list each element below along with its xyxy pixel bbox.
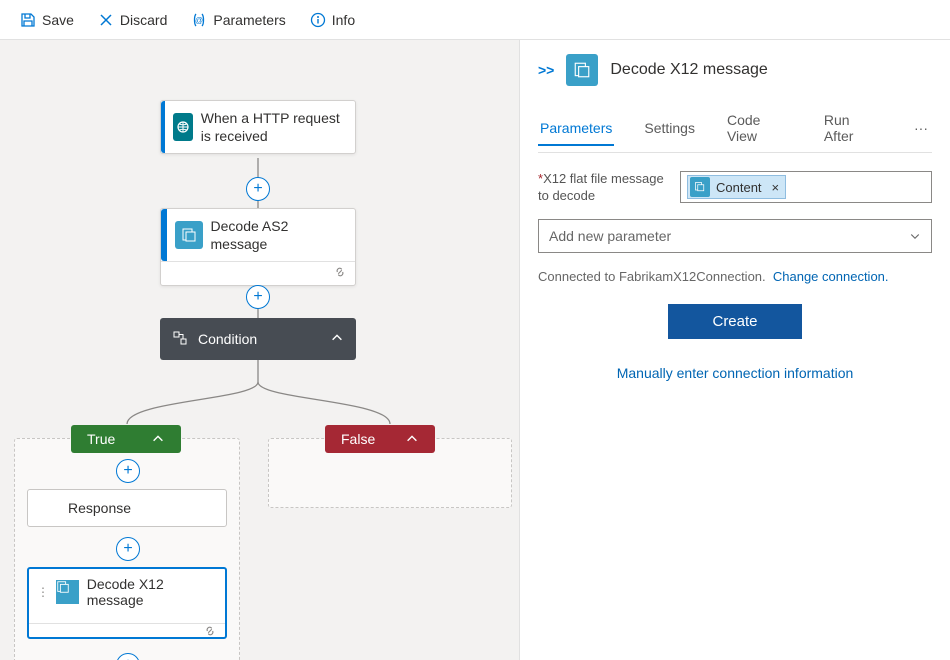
true-branch: True + Response + ⋮ Decode X12 message xyxy=(14,438,240,660)
drag-handle-icon[interactable]: ⋮ xyxy=(37,585,48,599)
chevron-up-icon xyxy=(405,432,419,446)
info-label: Info xyxy=(332,12,355,28)
node-footer xyxy=(29,623,225,641)
x12-content-input[interactable]: Content × xyxy=(680,171,932,203)
token-label: Content xyxy=(716,180,762,195)
trigger-title: When a HTTP request is received xyxy=(201,109,347,145)
remove-token-icon[interactable]: × xyxy=(772,180,780,195)
parameters-button[interactable]: @ Parameters xyxy=(181,6,295,34)
tab-overflow[interactable]: ··· xyxy=(910,120,932,136)
add-step-button[interactable]: + xyxy=(116,653,140,660)
false-label: False xyxy=(341,431,375,447)
info-icon xyxy=(310,12,326,28)
decode-as2-node[interactable]: Decode AS2 message xyxy=(160,208,356,286)
as2-icon xyxy=(175,221,203,249)
condition-node[interactable]: Condition xyxy=(160,318,356,360)
connection-status: Connected to FabrikamX12Connection. Chan… xyxy=(538,269,932,284)
response-node[interactable]: Response xyxy=(27,489,227,527)
parameters-icon: @ xyxy=(191,12,207,28)
x12-icon xyxy=(56,580,79,604)
manual-connection-link[interactable]: Manually enter connection information xyxy=(538,365,932,381)
panel-title: Decode X12 message xyxy=(610,61,767,79)
tab-run-after[interactable]: Run After xyxy=(822,104,882,152)
true-header[interactable]: True xyxy=(71,425,181,453)
true-label: True xyxy=(87,431,115,447)
condition-title: Condition xyxy=(198,331,257,347)
false-header[interactable]: False xyxy=(325,425,435,453)
field-label: *X12 flat file message to decode xyxy=(538,171,666,205)
discard-icon xyxy=(98,12,114,28)
decode-x12-title: Decode X12 message xyxy=(87,576,217,608)
content-token[interactable]: Content × xyxy=(687,175,786,199)
decode-x12-node[interactable]: ⋮ Decode X12 message xyxy=(27,567,227,639)
workflow-canvas[interactable]: When a HTTP request is received + Decode… xyxy=(0,40,520,660)
discard-label: Discard xyxy=(120,12,167,28)
chevron-down-icon xyxy=(909,230,921,242)
x12-icon xyxy=(566,54,598,86)
save-label: Save xyxy=(42,12,74,28)
add-step-button[interactable]: + xyxy=(116,459,140,483)
condition-icon xyxy=(172,330,188,349)
info-button[interactable]: Info xyxy=(300,6,365,34)
add-step-button[interactable]: + xyxy=(246,285,270,309)
link-icon xyxy=(203,624,217,641)
save-icon xyxy=(20,12,36,28)
trigger-node[interactable]: When a HTTP request is received xyxy=(160,100,356,154)
chevron-up-icon xyxy=(330,331,344,348)
collapse-panel-icon[interactable]: >> xyxy=(538,62,554,78)
panel-tabs: Parameters Settings Code View Run After … xyxy=(538,104,932,153)
response-title: Response xyxy=(68,500,131,516)
add-parameter-placeholder: Add new parameter xyxy=(549,228,671,244)
token-icon xyxy=(690,177,710,197)
response-icon xyxy=(36,496,60,520)
link-icon xyxy=(333,265,347,282)
change-connection-link[interactable]: Change connection. xyxy=(773,269,889,284)
details-panel: >> Decode X12 message Parameters Setting… xyxy=(520,40,950,660)
tab-code-view[interactable]: Code View xyxy=(725,104,794,152)
save-button[interactable]: Save xyxy=(10,6,84,34)
add-step-button[interactable]: + xyxy=(246,177,270,201)
add-parameter-dropdown[interactable]: Add new parameter xyxy=(538,219,932,253)
decode-as2-title: Decode AS2 message xyxy=(211,217,347,253)
parameters-label: Parameters xyxy=(213,12,285,28)
tab-parameters[interactable]: Parameters xyxy=(538,112,614,146)
false-branch: False xyxy=(268,438,512,508)
tab-settings[interactable]: Settings xyxy=(642,112,697,144)
discard-button[interactable]: Discard xyxy=(88,6,177,34)
svg-text:@: @ xyxy=(195,16,203,25)
chevron-up-icon xyxy=(151,432,165,446)
http-trigger-icon xyxy=(173,113,193,141)
create-button[interactable]: Create xyxy=(668,304,801,339)
node-footer xyxy=(161,261,355,285)
add-step-button[interactable]: + xyxy=(116,537,140,561)
toolbar: Save Discard @ Parameters Info xyxy=(0,0,950,40)
